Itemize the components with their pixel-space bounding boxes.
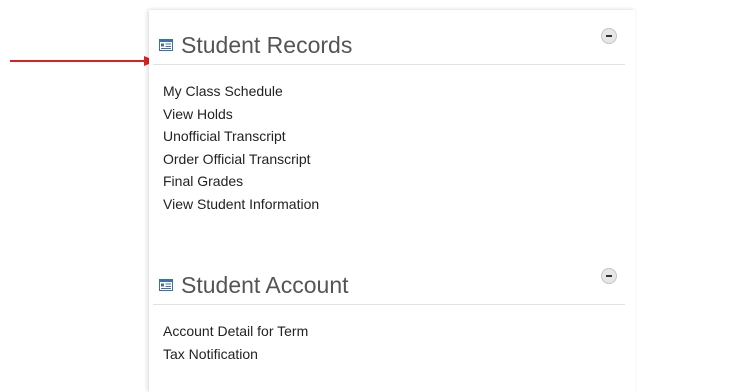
link-list: Account Detail for Term Tax Notification (153, 305, 625, 365)
link-final-grades[interactable]: Final Grades (163, 170, 625, 193)
student-account-section: Student Account Account Detail for Term … (153, 264, 625, 365)
link-order-official-transcript[interactable]: Order Official Transcript (163, 148, 625, 171)
link-view-student-information[interactable]: View Student Information (163, 193, 625, 216)
red-arrow-annotation (10, 56, 156, 66)
link-view-holds[interactable]: View Holds (163, 103, 625, 126)
id-card-icon (159, 279, 173, 291)
section-header: Student Account (153, 264, 625, 305)
link-my-class-schedule[interactable]: My Class Schedule (163, 80, 625, 103)
minus-circle-icon[interactable] (601, 28, 617, 44)
section-title: Student Account (181, 272, 349, 298)
link-list: My Class Schedule View Holds Unofficial … (153, 65, 625, 215)
id-card-icon (159, 39, 173, 51)
minus-circle-icon[interactable] (601, 268, 617, 284)
page: Student Records My Class Schedule View H… (0, 0, 756, 392)
content-panel: Student Records My Class Schedule View H… (149, 10, 635, 392)
student-records-section: Student Records My Class Schedule View H… (153, 24, 625, 215)
section-title: Student Records (181, 32, 353, 58)
link-account-detail-for-term[interactable]: Account Detail for Term (163, 320, 625, 343)
link-unofficial-transcript[interactable]: Unofficial Transcript (163, 125, 625, 148)
section-header: Student Records (153, 24, 625, 65)
link-tax-notification[interactable]: Tax Notification (163, 343, 625, 366)
